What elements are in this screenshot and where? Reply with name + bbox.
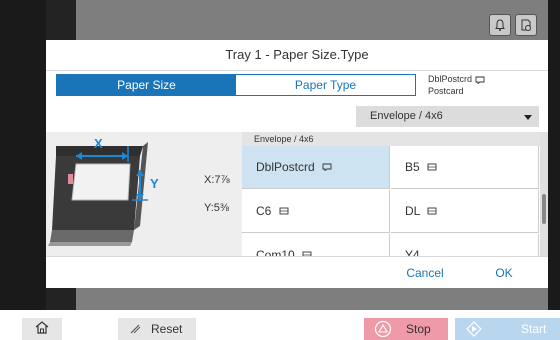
list-item-b5[interactable]: B5 xyxy=(391,146,539,189)
landscape-paper-icon xyxy=(302,235,312,256)
reset-label: Reset xyxy=(151,322,183,336)
list-item-label: DblPostcrd xyxy=(256,160,315,174)
list-item-label: Y4 xyxy=(405,248,420,256)
landscape-paper-icon xyxy=(427,147,437,190)
scrollbar-thumb[interactable] xyxy=(542,194,546,224)
list-item-dl[interactable]: DL xyxy=(391,190,539,233)
home-icon xyxy=(34,320,50,339)
reset-icon xyxy=(128,318,142,340)
tab-paper-type[interactable]: Paper Type xyxy=(236,75,415,95)
paper-size-grid: DblPostcrd B5 C6 DL Com10 Y4 xyxy=(242,146,540,256)
list-item-y4[interactable]: Y4 xyxy=(391,234,539,256)
start-icon xyxy=(465,320,483,340)
device-frame-left xyxy=(0,0,46,310)
start-label: Start xyxy=(521,322,547,336)
stop-button[interactable]: Stop xyxy=(364,318,448,340)
job-status-icon[interactable] xyxy=(515,14,537,36)
divider xyxy=(46,70,548,71)
tray-preview-panel: X Y X:7⅞ Y:5⅜ xyxy=(46,132,242,256)
x-dimension: X:7⅞ xyxy=(204,174,230,186)
list-item-com10[interactable]: Com10 xyxy=(242,234,390,256)
list-item-label: DL xyxy=(405,204,420,218)
y-dimension: Y:5⅜ xyxy=(204,202,230,214)
tab-bar: Paper Size Paper Type xyxy=(56,74,416,96)
list-item-label: B5 xyxy=(405,160,420,174)
divider xyxy=(46,256,548,257)
landscape-paper-icon xyxy=(279,191,289,234)
start-button[interactable]: Start xyxy=(455,318,560,340)
list-scrollbar[interactable] xyxy=(540,132,548,256)
device-frame-right xyxy=(548,0,560,310)
cancel-button[interactable]: Cancel xyxy=(391,262,459,284)
dialog-title: Tray 1 - Paper Size.Type xyxy=(225,47,369,62)
current-type-label: Postcard xyxy=(428,86,464,96)
y-axis-label: Y xyxy=(150,176,159,191)
ok-button[interactable]: OK xyxy=(470,262,538,284)
list-item-label: C6 xyxy=(256,204,272,218)
list-header: Envelope / 4x6 xyxy=(242,132,540,146)
bell-icon[interactable] xyxy=(489,14,511,36)
chevron-down-icon xyxy=(524,115,532,120)
current-selection: DblPostcrd Postcard xyxy=(428,73,485,97)
reset-button[interactable]: Reset xyxy=(118,318,196,340)
landscape-paper-icon xyxy=(427,191,437,234)
current-size-label: DblPostcrd xyxy=(428,74,473,84)
stop-label: Stop xyxy=(406,322,431,336)
stop-icon xyxy=(374,320,392,340)
x-axis-label: X xyxy=(94,136,103,151)
home-button[interactable] xyxy=(22,318,62,340)
paper-size-dialog: Tray 1 - Paper Size.Type Paper Size Pape… xyxy=(46,40,548,288)
postcard-icon xyxy=(475,74,485,85)
dropdown-value: Envelope / 4x6 xyxy=(370,110,443,122)
list-item-c6[interactable]: C6 xyxy=(242,190,390,233)
paper-category-dropdown[interactable]: Envelope / 4x6 xyxy=(356,106,539,127)
list-item-dblpostcrd[interactable]: DblPostcrd xyxy=(242,146,390,189)
list-item-label: Com10 xyxy=(256,248,295,256)
tray-illustration xyxy=(48,142,148,246)
postcard-icon xyxy=(322,147,332,190)
tab-paper-size[interactable]: Paper Size xyxy=(57,75,236,95)
